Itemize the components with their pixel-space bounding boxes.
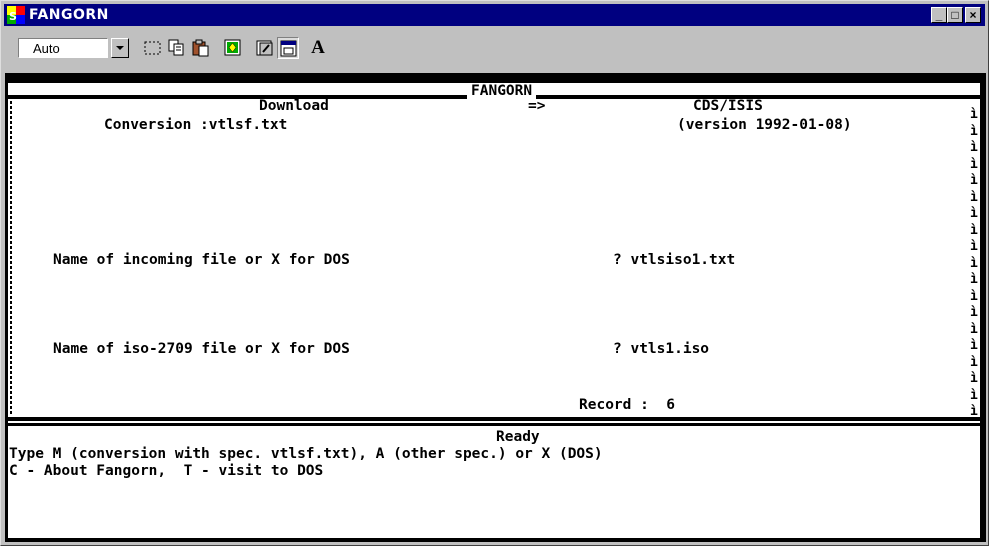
font-size-value: Auto [33, 41, 60, 56]
cds-isis-label: CDS/ISIS [693, 98, 763, 114]
right-border-glyph: ì [970, 206, 978, 221]
title-bar[interactable]: S FANGORN _ □ × [4, 4, 985, 26]
incoming-file-label: Name of incoming file or X for DOS [53, 252, 350, 268]
instruction-line-1: Type M (conversion with spec. vtlsf.txt)… [9, 446, 603, 462]
app-icon[interactable]: S [7, 6, 25, 24]
right-border-glyph: ì [970, 255, 978, 271]
right-border-glyph: ì [970, 404, 978, 419]
fullscreen-icon[interactable] [222, 37, 244, 59]
right-border-glyph: ì [970, 288, 978, 304]
right-border-glyph: ì [970, 338, 978, 353]
right-border-glyph: ì [970, 387, 978, 403]
right-border-glyph: ì [970, 239, 978, 254]
paste-icon[interactable] [190, 37, 212, 59]
right-border-glyph: ì [970, 222, 978, 238]
iso-file-label: Name of iso-2709 file or X for DOS [53, 341, 350, 357]
dropdown-arrow-icon[interactable] [111, 38, 129, 58]
maximize-button[interactable]: □ [947, 7, 963, 23]
right-border-glyph: ì [970, 354, 978, 370]
terminal-header-title: FANGORN [467, 83, 537, 99]
font-icon[interactable]: A [307, 37, 329, 59]
conversion-label: Conversion :vtlsf.txt [104, 117, 288, 133]
right-border-glyph: ì [970, 107, 978, 122]
toolbar: Auto A [4, 29, 985, 63]
version-label: (version 1992-01-08) [677, 117, 852, 133]
right-border-glyph: ì [970, 173, 978, 188]
download-label: Download [259, 98, 329, 114]
background-icon[interactable] [277, 37, 299, 59]
right-border-glyph: ì [970, 272, 978, 287]
svg-text:S: S [9, 10, 17, 23]
close-button[interactable]: × [965, 7, 981, 23]
font-size-select[interactable]: Auto [18, 38, 108, 58]
select-rect-icon[interactable] [142, 37, 164, 59]
terminal-screen[interactable]: FANGORN Download => CDS/ISIS Conversion … [8, 83, 980, 423]
arrow-label: => [528, 98, 546, 114]
properties-icon[interactable] [254, 37, 276, 59]
left-dashed-border [10, 101, 12, 414]
app-window: S FANGORN _ □ × Auto A FANGORN Download … [0, 0, 989, 546]
status-area: Ready Type M (conversion with spec. vtls… [8, 426, 980, 538]
right-border-glyph: ì [970, 123, 978, 139]
right-border-glyph: ì [970, 305, 978, 320]
right-border-glyph: ì [970, 156, 978, 172]
instruction-line-2: C - About Fangorn, T - visit to DOS [9, 463, 324, 479]
bottom-border [8, 417, 980, 421]
record-counter: Record : 6 [579, 397, 676, 413]
ready-status: Ready [496, 429, 540, 445]
iso-file-value[interactable]: ? vtls1.iso [613, 341, 709, 357]
right-border-glyph: ì [970, 371, 978, 386]
copy-icon[interactable] [166, 37, 188, 59]
right-border-glyph: ì [970, 140, 978, 155]
right-border-glyph: ì [970, 189, 978, 205]
window-title: FANGORN [29, 7, 109, 23]
right-border-glyph: ì [970, 321, 978, 337]
minimize-button[interactable]: _ [931, 7, 947, 23]
incoming-file-value[interactable]: ? vtlsiso1.txt [613, 252, 735, 268]
